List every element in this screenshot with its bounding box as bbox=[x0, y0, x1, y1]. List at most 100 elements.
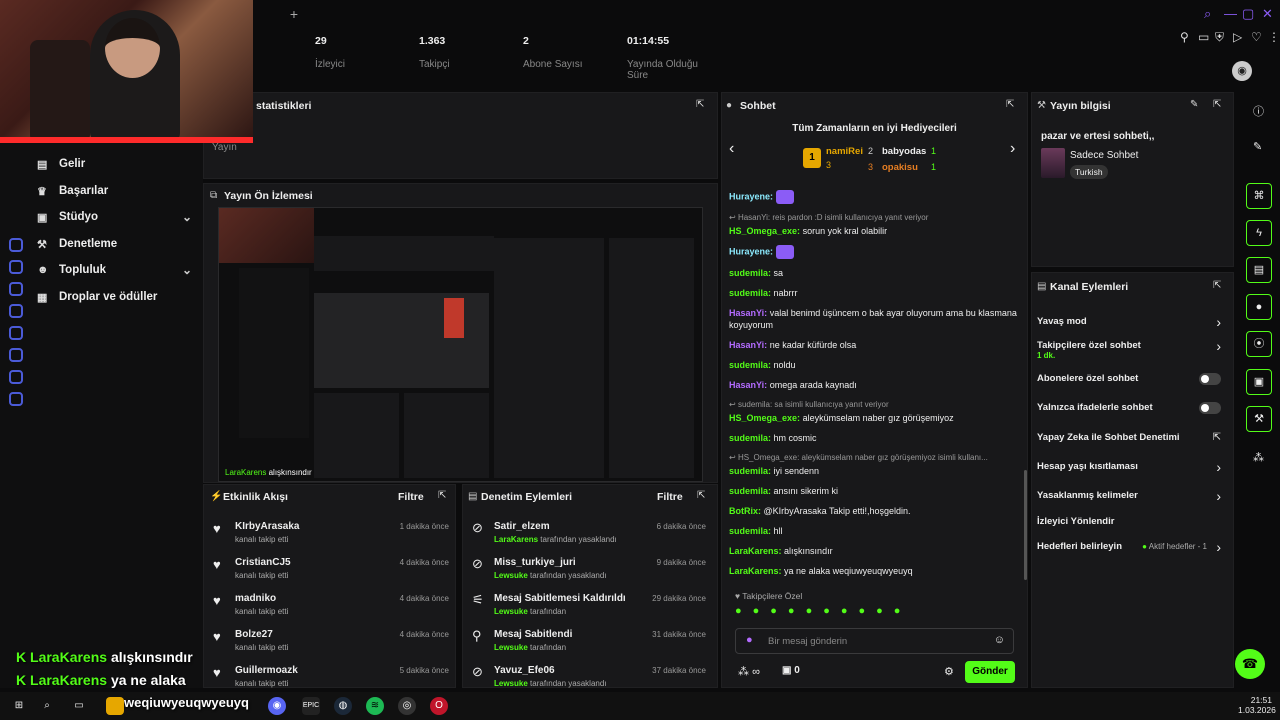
activity-user[interactable]: KIrbyArasaka bbox=[235, 521, 299, 532]
chat-message[interactable]: LaraKarens: alışkınsındır bbox=[729, 545, 1019, 557]
stream-preview-video[interactable]: LaraKarens alışkınsındır bbox=[218, 207, 703, 482]
mic-icon[interactable]: ● bbox=[746, 634, 753, 646]
gear-icon[interactable]: ⚙ bbox=[944, 665, 954, 678]
steam-icon[interactable]: ◍ bbox=[334, 697, 352, 715]
chat-message[interactable]: sudemila: hm cosmic bbox=[729, 432, 1019, 444]
chat-username[interactable]: sudemila: bbox=[729, 466, 771, 476]
popout-icon[interactable]: ⇱ bbox=[696, 99, 704, 110]
chat-message[interactable]: sudemila: nabrrr bbox=[729, 287, 1019, 299]
pin-icon[interactable]: ⚲ bbox=[1180, 30, 1189, 44]
task-view-icon[interactable]: ▭ bbox=[70, 697, 88, 715]
mod-action-target[interactable]: Miss_turkiye_juri bbox=[494, 557, 576, 568]
channel-action-item[interactable]: Hesap yaşı kısıtlaması › bbox=[1037, 459, 1227, 481]
play-icon[interactable]: ▷ bbox=[1233, 30, 1242, 44]
search-icon[interactable]: ⌕ bbox=[1204, 6, 1211, 22]
mod-action-item[interactable]: ⚟ Mesaj Sabitlemesi Kaldırıldı Lewsuke tar… bbox=[472, 590, 712, 626]
spotify-icon[interactable]: ≋ bbox=[366, 697, 384, 715]
mod-action-target[interactable]: Mesaj Sabitlendi bbox=[494, 629, 572, 640]
channel-action-item[interactable]: Abonelere özel sohbet bbox=[1037, 373, 1227, 393]
chevron-right-icon[interactable]: › bbox=[1010, 140, 1015, 158]
rail-icon[interactable] bbox=[9, 326, 23, 340]
chat-username[interactable]: sudemila: bbox=[729, 526, 771, 536]
activity-item[interactable]: ♥ CristianCJ5 kanalı takip etti 4 dakika ön… bbox=[213, 554, 453, 590]
chat-username[interactable]: Hurayene: bbox=[729, 246, 773, 256]
activity-user[interactable]: Bolze27 bbox=[235, 629, 273, 640]
apps-icon[interactable]: ⁂ bbox=[1253, 451, 1264, 464]
chat-username[interactable]: sudemila: bbox=[729, 268, 771, 278]
layout-icon[interactable]: ▣ bbox=[1246, 369, 1272, 395]
camera-icon[interactable]: ⌘ bbox=[1246, 183, 1272, 209]
toggle-switch[interactable] bbox=[1199, 402, 1221, 414]
chat-username[interactable]: HasanYi: bbox=[729, 380, 767, 390]
epic-games-icon[interactable]: EPIC bbox=[302, 697, 320, 715]
chat-message[interactable]: Hurayene: bbox=[729, 245, 1019, 259]
points-icon[interactable]: ⁂ ∞ bbox=[738, 665, 760, 678]
rail-icon[interactable] bbox=[9, 370, 23, 384]
gifter-name[interactable]: babyodas bbox=[882, 146, 926, 157]
mod-filter-button[interactable]: Filtre bbox=[657, 491, 683, 503]
mod-action-item[interactable]: ⊘ Miss_turkiye_juri Lewsuke tarafından yas… bbox=[472, 554, 712, 590]
chat-input[interactable]: ● Bir mesaj gönderin ☺ bbox=[735, 628, 1014, 654]
chat-scrollbar[interactable] bbox=[1024, 470, 1027, 580]
rail-icon[interactable] bbox=[9, 260, 23, 274]
channel-action-item[interactable]: Yavaş mod › bbox=[1037, 314, 1227, 336]
chat-username[interactable]: BotRix: bbox=[729, 506, 761, 516]
chat-message[interactable]: HasanYi: valal benimd üşüncem o bak ayar… bbox=[729, 307, 1019, 331]
popout-icon[interactable]: ⇱ bbox=[697, 490, 705, 501]
channel-action-item[interactable]: İzleyici Yönlendir bbox=[1037, 516, 1227, 536]
windows-start-icon[interactable]: ⊞ bbox=[10, 697, 28, 715]
toggle-switch[interactable] bbox=[1199, 373, 1221, 385]
chat-message[interactable]: Hurayene: bbox=[729, 190, 1019, 204]
activity-item[interactable]: ♥ KIrbyArasaka kanalı takip etti 1 dakika ö… bbox=[213, 518, 453, 554]
chat-username[interactable]: HS_Omega_exe: bbox=[729, 413, 800, 423]
chat-message[interactable]: sudemila: ansını sikerim ki bbox=[729, 485, 1019, 497]
sidebar-item-gelir[interactable]: ▤ Gelir bbox=[37, 151, 192, 177]
popout-icon[interactable]: ⇱ bbox=[438, 490, 446, 501]
chat-username[interactable]: Hurayene: bbox=[729, 191, 773, 201]
popout-icon[interactable]: ⇱ bbox=[1213, 99, 1221, 110]
mod-action-target[interactable]: Mesaj Sabitlemesi Kaldırıldı bbox=[494, 593, 626, 604]
minimize-icon[interactable]: — bbox=[1224, 6, 1237, 21]
rail-icon[interactable] bbox=[9, 238, 23, 252]
channel-action-item[interactable]: Takipçilere özel sohbet 1 dk. › bbox=[1037, 338, 1227, 360]
activity-user[interactable]: madniko bbox=[235, 593, 276, 604]
activity-filter-button[interactable]: Filtre bbox=[398, 491, 424, 503]
chat-username[interactable]: LaraKarens: bbox=[729, 566, 782, 576]
pencil-icon[interactable]: ✎ bbox=[1190, 99, 1198, 110]
chat-message[interactable]: sudemila: hll bbox=[729, 525, 1019, 537]
emoji-icon[interactable]: ☺ bbox=[994, 634, 1005, 646]
chat-username[interactable]: sudemila: bbox=[729, 288, 771, 298]
mod-action-item[interactable]: ⚲ Mesaj Sabitlendi Lewsuke tarafından 31 da… bbox=[472, 626, 712, 662]
support-icon[interactable]: ☎ bbox=[1235, 649, 1265, 679]
chat-message[interactable]: HasanYi: ne kadar küfürde olsa bbox=[729, 339, 1019, 351]
sidebar-item-topluluk[interactable]: ☻ Topluluk ⌄ bbox=[37, 257, 192, 283]
obs-icon[interactable]: ◎ bbox=[398, 697, 416, 715]
category-name[interactable]: Sadece Sohbet bbox=[1070, 150, 1138, 161]
chat-username[interactable]: HS_Omega_exe: bbox=[729, 226, 800, 236]
mod-action-item[interactable]: ⊘ Satir_elzem LaraKarens tarafından yasakl… bbox=[472, 518, 712, 554]
chat-messages[interactable]: Hurayene: ↩ HasanYi: reis pardon :D isim… bbox=[729, 190, 1019, 582]
chat-message[interactable]: sudemila: iyi sendenn bbox=[729, 465, 1019, 477]
sidebar-item-droplar[interactable]: ▦ Droplar ve ödüller bbox=[37, 284, 192, 310]
document-icon[interactable]: ▤ bbox=[1246, 257, 1272, 283]
new-tab-icon[interactable]: + bbox=[286, 6, 302, 22]
mod-action-target[interactable]: Satir_elzem bbox=[494, 521, 550, 532]
chat-username[interactable]: LaraKarens: bbox=[729, 546, 782, 556]
info-icon[interactable]: ⓘ bbox=[1253, 103, 1264, 119]
rail-icon[interactable] bbox=[9, 282, 23, 296]
chat-message[interactable]: BotRix: @KIrbyArasaka Takip etti!,hoşgel… bbox=[729, 505, 1019, 517]
channel-action-item[interactable]: Yalnızca ifadelerle sohbet bbox=[1037, 402, 1227, 422]
more-icon[interactable]: ⋮ bbox=[1268, 30, 1280, 44]
popout-icon[interactable]: ⇱ bbox=[1006, 99, 1014, 110]
chat-message[interactable]: sudemila: sa bbox=[729, 267, 1019, 279]
chat-username[interactable]: HasanYi: bbox=[729, 308, 767, 318]
chat-message[interactable]: LaraKarens: ya ne alaka weqiuwyeuqwyeuyq bbox=[729, 565, 1019, 577]
gift-counter[interactable]: ▣ 0 bbox=[782, 665, 800, 676]
sidebar-item-studyo[interactable]: ▣ Stüdyo ⌄ bbox=[37, 204, 192, 230]
activity-item[interactable]: ♥ madniko kanalı takip etti 4 dakika önce bbox=[213, 590, 453, 626]
chat-bubble-icon[interactable]: ● bbox=[1246, 294, 1272, 320]
rail-icon[interactable] bbox=[9, 348, 23, 362]
activity-user[interactable]: CristianCJ5 bbox=[235, 557, 291, 568]
chat-message[interactable]: HasanYi: omega arada kaynadı bbox=[729, 379, 1019, 391]
popout-icon[interactable]: ⇱ bbox=[1213, 280, 1221, 291]
